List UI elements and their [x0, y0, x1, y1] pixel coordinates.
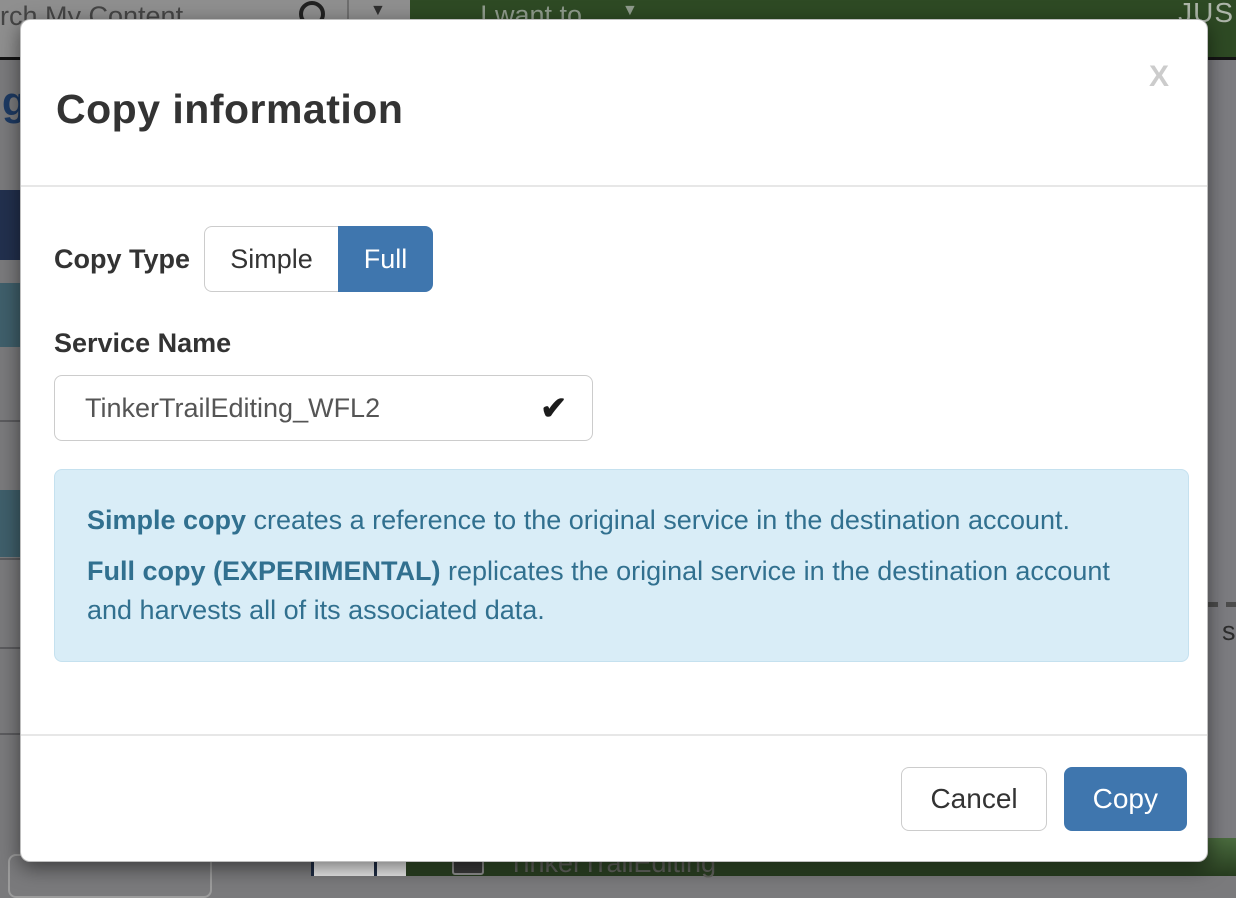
simple-copy-description: Simple copy creates a reference to the o…	[87, 501, 1156, 540]
background-dashed-divider	[1208, 602, 1236, 607]
cancel-button[interactable]: Cancel	[901, 767, 1046, 831]
copy-type-full-button[interactable]: Full	[338, 226, 433, 292]
dialog-title: Copy information	[56, 86, 1172, 133]
background-row-separator	[0, 558, 21, 560]
dialog-header: Copy information	[21, 20, 1207, 187]
i-want-to-caret-icon: ▼	[622, 2, 638, 20]
full-copy-term: Full copy (EXPERIMENTAL)	[87, 556, 441, 586]
copy-button[interactable]: Copy	[1064, 767, 1187, 831]
background-row-separator	[0, 647, 21, 649]
service-name-label: Service Name	[54, 328, 1174, 359]
copy-type-toggle-group: Simple Full	[204, 226, 433, 292]
simple-copy-text: creates a reference to the original serv…	[246, 505, 1070, 535]
simple-copy-term: Simple copy	[87, 505, 246, 535]
background-row-band	[0, 283, 21, 347]
dialog-body: Copy Type Simple Full Service Name ✔ Sim…	[21, 187, 1207, 662]
background-row-separator	[0, 733, 21, 735]
background-row-separator	[0, 420, 21, 422]
copy-type-label: Copy Type	[54, 244, 190, 275]
background-left-strip	[0, 60, 21, 876]
copy-type-info-box: Simple copy creates a reference to the o…	[54, 469, 1189, 662]
service-name-input[interactable]	[54, 375, 593, 441]
background-right-strip: s	[1208, 60, 1236, 876]
copy-type-simple-button[interactable]: Simple	[204, 226, 338, 292]
search-dropdown-caret-icon: ▼	[370, 2, 386, 20]
full-copy-description: Full copy (EXPERIMENTAL) replicates the …	[87, 552, 1156, 630]
background-row-band	[0, 490, 21, 557]
background-text-fragment: s	[1222, 616, 1236, 647]
background-row-band	[0, 190, 21, 260]
copy-information-dialog: X Copy information Copy Type Simple Full…	[20, 19, 1208, 862]
dialog-footer: Cancel Copy	[21, 734, 1207, 861]
valid-checkmark-icon: ✔	[540, 389, 567, 427]
close-icon[interactable]: X	[1149, 60, 1169, 94]
service-name-field-wrap: ✔	[54, 375, 593, 441]
copy-type-row: Copy Type Simple Full	[54, 226, 1174, 292]
